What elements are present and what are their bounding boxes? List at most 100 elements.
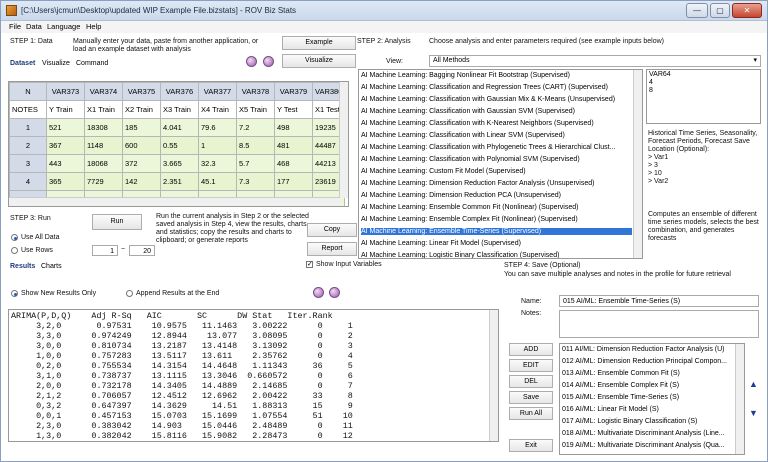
results-output[interactable]: ARIMA(P,D,Q) Adj R-Sq AIC SC DW Stat Ite… xyxy=(8,309,499,442)
data-cell[interactable]: 498 xyxy=(274,118,313,137)
column-header[interactable]: VAR376 xyxy=(160,82,199,101)
show-input-variables-checkbox[interactable]: ✓ xyxy=(306,261,313,268)
method-item[interactable]: AI Machine Learning: Logistic Binary Cla… xyxy=(361,252,559,258)
menu-file[interactable]: File xyxy=(9,22,21,31)
parameters-input[interactable]: VAR64 4 8 xyxy=(646,69,761,124)
saved-item[interactable]: 014 AI/ML: Ensemble Complex Fit (S) xyxy=(562,382,679,389)
tab-visualize[interactable]: Visualize xyxy=(42,60,70,67)
method-item[interactable]: AI Machine Learning: Ensemble Complex Fi… xyxy=(361,216,578,223)
move-down-arrow-icon[interactable]: ▼ xyxy=(749,408,758,418)
menu-help[interactable]: Help xyxy=(86,22,101,31)
notes-cell[interactable]: X5 Train xyxy=(236,100,275,119)
method-item[interactable]: AI Machine Learning: Classification and … xyxy=(361,84,608,91)
data-cell[interactable]: 18068 xyxy=(84,154,123,173)
tab-results[interactable]: Results xyxy=(10,263,35,270)
column-header[interactable]: VAR377 xyxy=(198,82,237,101)
saved-analyses-list[interactable]: 011 AI/ML: Dimension Reduction Factor An… xyxy=(559,343,745,455)
saved-item[interactable]: 015 AI/ML: Ensemble Time-Series (S) xyxy=(562,394,679,401)
data-cell[interactable]: 365 xyxy=(46,172,85,191)
move-up-arrow-icon[interactable]: ▲ xyxy=(749,379,758,389)
show-new-results-radio[interactable] xyxy=(11,290,18,297)
notes-cell[interactable]: X1 Train xyxy=(84,100,123,119)
method-item[interactable]: AI Machine Learning: Classification with… xyxy=(361,120,594,127)
run-button[interactable]: Run xyxy=(92,214,142,230)
exit-button[interactable]: Exit xyxy=(509,439,553,452)
method-item[interactable]: AI Machine Learning: Dimension Reduction… xyxy=(361,192,561,199)
zoom-out-icon[interactable] xyxy=(263,56,274,67)
run-all-button[interactable]: Run All xyxy=(509,407,553,420)
data-cell[interactable]: 443 xyxy=(46,154,85,173)
add-button[interactable]: ADD xyxy=(509,343,553,356)
data-cell[interactable]: 8.5 xyxy=(236,136,275,155)
data-cell[interactable]: 32.3 xyxy=(198,154,237,173)
zoom-in-icon[interactable] xyxy=(246,56,257,67)
saved-item[interactable]: 012 AI/ML: Dimension Reduction Principal… xyxy=(562,358,727,365)
column-header[interactable]: VAR374 xyxy=(84,82,123,101)
data-cell[interactable]: 45.1 xyxy=(198,172,237,191)
saved-list-scrollbar[interactable] xyxy=(735,344,744,454)
minimize-button[interactable]: — xyxy=(686,3,708,18)
data-cell[interactable]: 372 xyxy=(122,154,161,173)
use-all-data-radio[interactable] xyxy=(11,234,18,241)
zoom-in-results-icon[interactable] xyxy=(313,287,324,298)
data-cell[interactable]: 18308 xyxy=(84,118,123,137)
data-cell[interactable]: 481 xyxy=(274,136,313,155)
notes-cell[interactable]: X2 Train xyxy=(122,100,161,119)
edit-button[interactable]: EDIT xyxy=(509,359,553,372)
method-item[interactable]: AI Machine Learning: Classification with… xyxy=(361,156,580,163)
zoom-out-results-icon[interactable] xyxy=(329,287,340,298)
method-item[interactable]: AI Machine Learning: Classification with… xyxy=(361,96,615,103)
menu-data[interactable]: Data xyxy=(26,22,42,31)
data-cell[interactable]: 0.55 xyxy=(160,136,199,155)
data-cell[interactable]: 79.6 xyxy=(198,118,237,137)
data-cell[interactable]: 177 xyxy=(274,172,313,191)
method-item[interactable]: AI Machine Learning: Linear Fit Model (S… xyxy=(361,240,521,247)
method-item[interactable]: AI Machine Learning: Classification with… xyxy=(361,132,565,139)
data-cell[interactable]: 367 xyxy=(46,136,85,155)
row-to-input[interactable]: 20 xyxy=(129,245,155,256)
methods-list[interactable]: AI Machine Learning: Bagging Nonlinear F… xyxy=(358,69,643,259)
data-cell[interactable]: 142 xyxy=(122,172,161,191)
data-cell[interactable]: 7729 xyxy=(84,172,123,191)
notes-cell[interactable]: Y Test xyxy=(274,100,313,119)
saved-item[interactable]: 018 AI/ML: Multivariate Discriminant Ana… xyxy=(562,430,725,437)
data-cell[interactable]: 1 xyxy=(198,136,237,155)
column-header[interactable]: VAR378 xyxy=(236,82,275,101)
use-rows-radio[interactable] xyxy=(11,247,18,254)
saved-item[interactable]: 017 AI/ML: Logistic Binary Classificatio… xyxy=(562,418,697,425)
column-header[interactable]: VAR373 xyxy=(46,82,85,101)
data-cell[interactable]: 600 xyxy=(122,136,161,155)
save-button[interactable]: Save xyxy=(509,391,553,404)
report-button[interactable]: Report xyxy=(307,242,357,256)
data-cell[interactable]: 7.3 xyxy=(236,172,275,191)
saved-item[interactable]: 011 AI/ML: Dimension Reduction Factor An… xyxy=(562,346,725,353)
close-button[interactable]: ✕ xyxy=(732,3,762,18)
notes-cell[interactable]: Y Train xyxy=(46,100,85,119)
column-header[interactable]: VAR375 xyxy=(122,82,161,101)
data-cell[interactable]: 7.2 xyxy=(236,118,275,137)
method-item[interactable]: AI Machine Learning: Custom Fit Model (S… xyxy=(361,168,526,175)
data-grid[interactable]: N VAR373 VAR374 VAR375 VAR376 VAR377 VAR… xyxy=(8,81,349,207)
method-item-selected[interactable]: AI Machine Learning: Ensemble Time-Serie… xyxy=(361,228,632,235)
notes-cell[interactable]: X4 Train xyxy=(198,100,237,119)
delete-button[interactable]: DEL xyxy=(509,375,553,388)
method-item[interactable]: AI Machine Learning: Classification with… xyxy=(361,144,615,151)
data-cell[interactable]: 468 xyxy=(274,154,313,173)
data-cell[interactable]: 4.041 xyxy=(160,118,199,137)
method-item[interactable]: AI Machine Learning: Bagging Nonlinear F… xyxy=(361,72,570,79)
saved-item[interactable]: 016 AI/ML: Linear Fit Model (S) xyxy=(562,406,659,413)
data-cell[interactable]: 5.7 xyxy=(236,154,275,173)
method-item[interactable]: AI Machine Learning: Ensemble Common Fit… xyxy=(361,204,578,211)
grid-vertical-scrollbar[interactable] xyxy=(339,82,348,198)
grid-horizontal-scrollbar[interactable] xyxy=(9,197,340,206)
data-cell[interactable]: 2.351 xyxy=(160,172,199,191)
save-notes-input[interactable] xyxy=(559,310,759,338)
data-cell[interactable]: 1148 xyxy=(84,136,123,155)
notes-cell[interactable]: X3 Train xyxy=(160,100,199,119)
column-header[interactable]: VAR379 xyxy=(274,82,313,101)
view-select[interactable]: All Methods ▾ xyxy=(429,55,761,67)
data-cell[interactable]: 521 xyxy=(46,118,85,137)
data-cell[interactable]: 3.665 xyxy=(160,154,199,173)
data-cell[interactable]: 185 xyxy=(122,118,161,137)
menu-language[interactable]: Language xyxy=(47,22,80,31)
